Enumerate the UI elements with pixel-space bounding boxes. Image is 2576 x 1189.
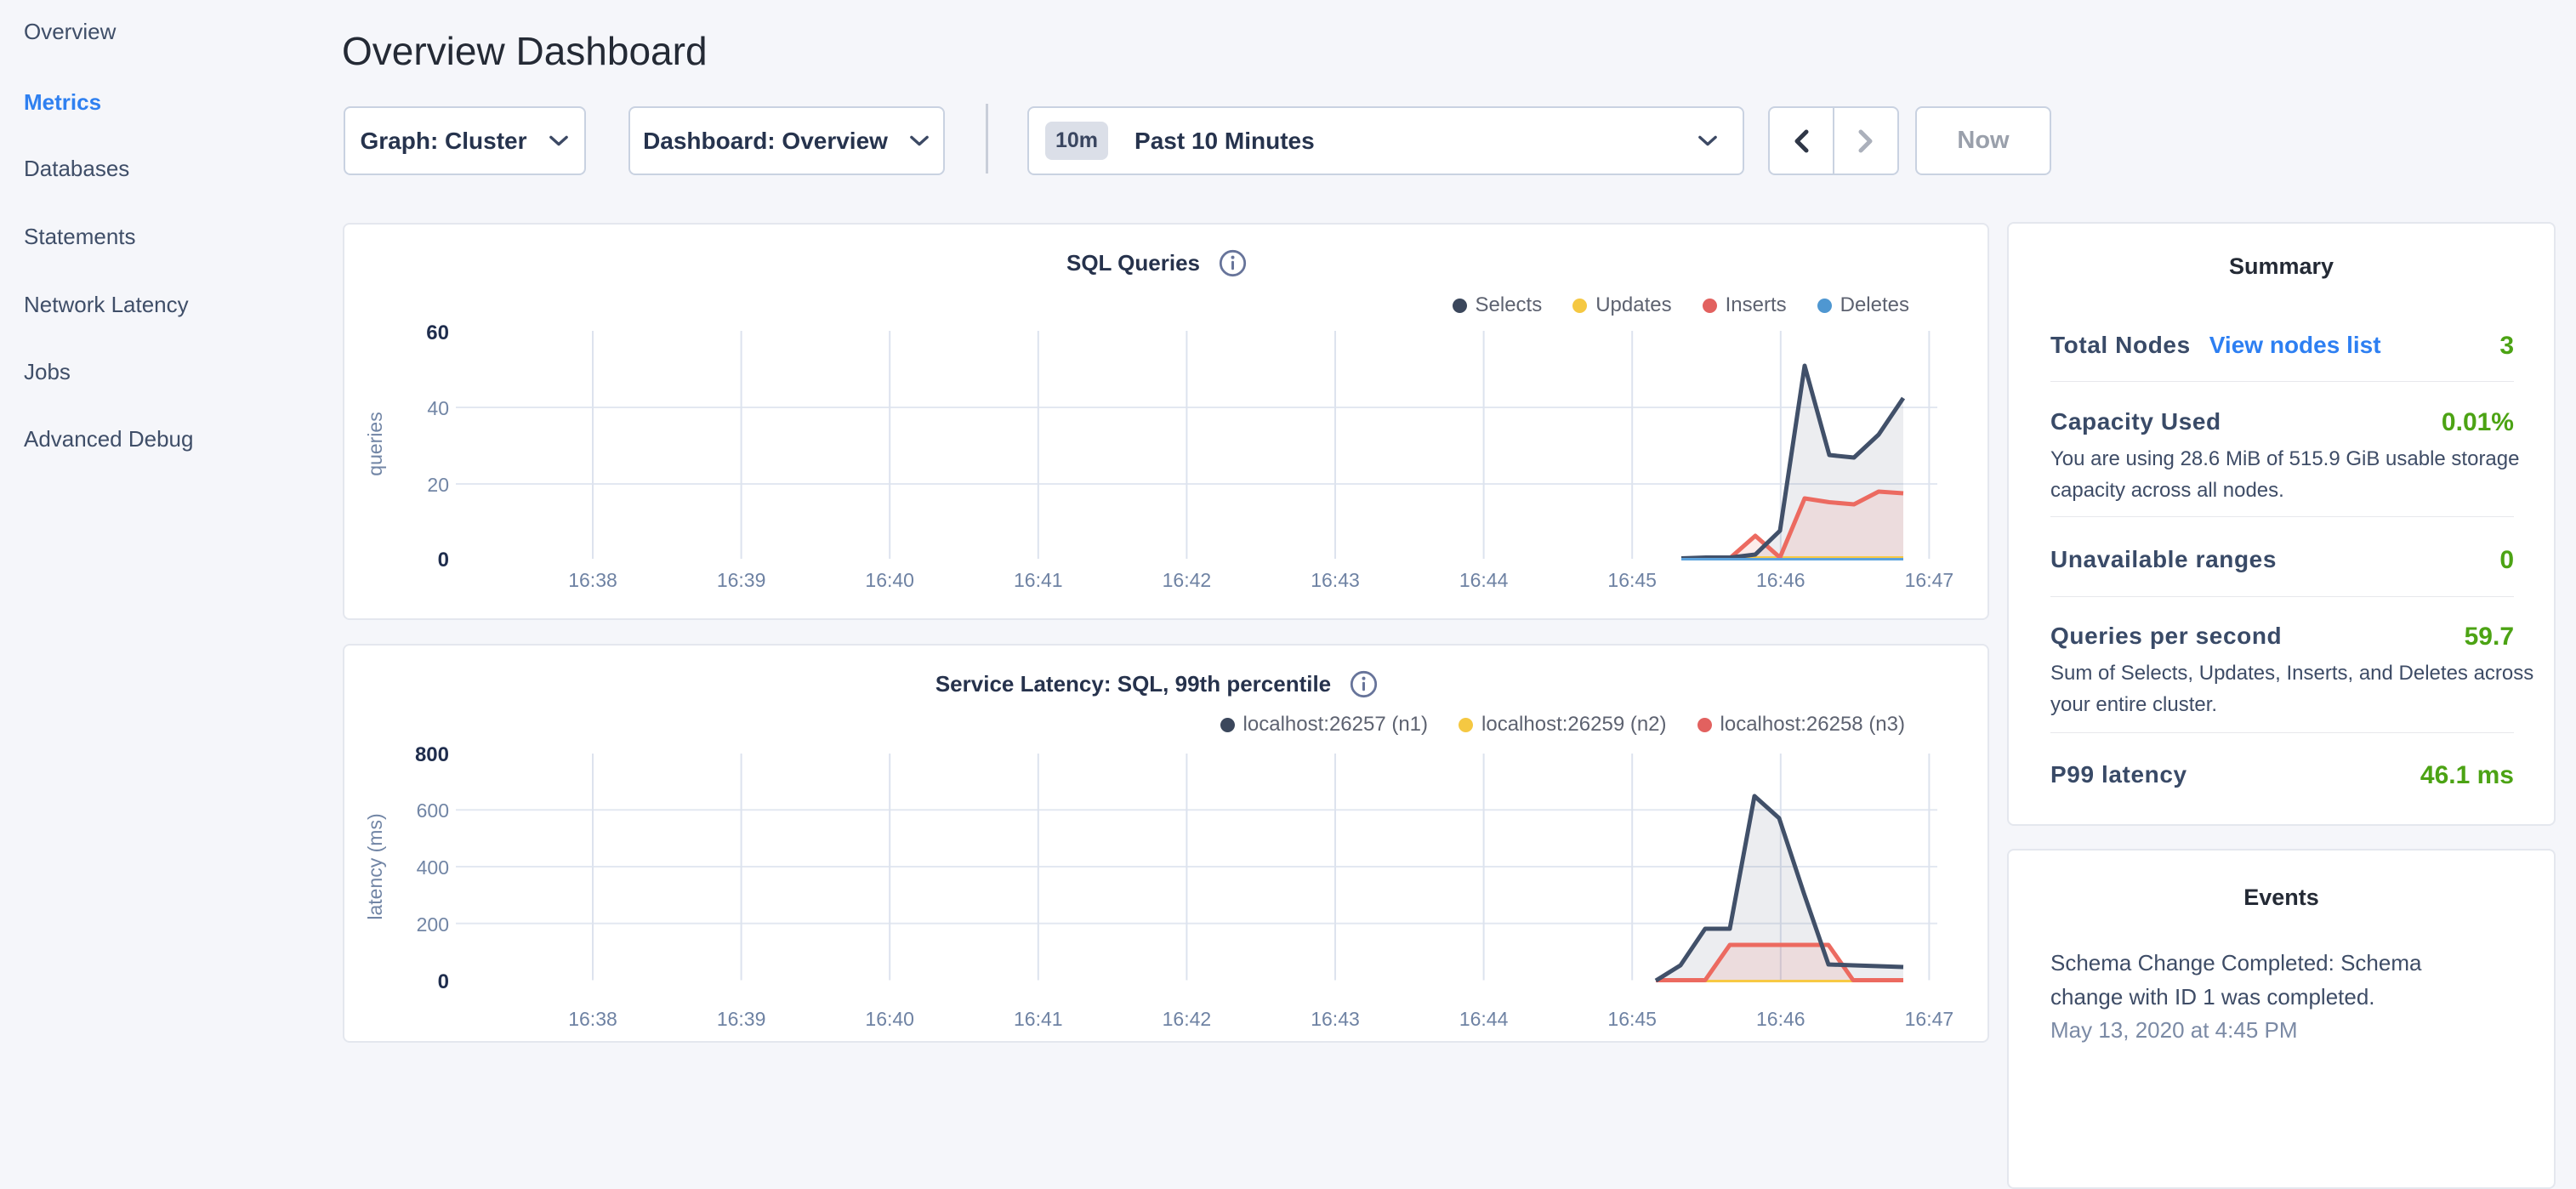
svg-text:16:47: 16:47: [1905, 1008, 1954, 1030]
svg-text:16:47: 16:47: [1905, 569, 1954, 591]
svg-text:16:41: 16:41: [1014, 1008, 1063, 1030]
svg-text:16:42: 16:42: [1163, 569, 1212, 591]
svg-text:800: 800: [415, 743, 449, 766]
svg-text:16:46: 16:46: [1756, 1008, 1805, 1030]
svg-text:16:42: 16:42: [1163, 1008, 1212, 1030]
svg-text:0: 0: [438, 549, 449, 572]
svg-text:16:38: 16:38: [568, 569, 617, 591]
svg-text:400: 400: [417, 856, 449, 879]
svg-text:16:44: 16:44: [1459, 1008, 1509, 1030]
svg-text:latency (ms): latency (ms): [364, 813, 386, 919]
svg-text:16:40: 16:40: [865, 569, 914, 591]
svg-text:20: 20: [427, 474, 449, 496]
svg-text:16:38: 16:38: [568, 1008, 617, 1030]
svg-text:16:45: 16:45: [1607, 569, 1657, 591]
svg-text:0: 0: [438, 970, 449, 993]
svg-text:60: 60: [426, 321, 449, 344]
svg-text:16:45: 16:45: [1607, 1008, 1657, 1030]
svg-text:600: 600: [417, 799, 449, 822]
svg-text:16:41: 16:41: [1014, 569, 1063, 591]
svg-text:16:44: 16:44: [1459, 569, 1509, 591]
svg-text:40: 40: [427, 397, 449, 419]
svg-text:queries: queries: [364, 412, 386, 475]
svg-text:16:40: 16:40: [865, 1008, 914, 1030]
svg-text:200: 200: [417, 913, 449, 936]
svg-text:16:43: 16:43: [1311, 1008, 1360, 1030]
svg-text:16:46: 16:46: [1756, 569, 1805, 591]
svg-text:16:39: 16:39: [717, 569, 766, 591]
svg-text:16:39: 16:39: [717, 1008, 766, 1030]
svg-text:16:43: 16:43: [1311, 569, 1360, 591]
